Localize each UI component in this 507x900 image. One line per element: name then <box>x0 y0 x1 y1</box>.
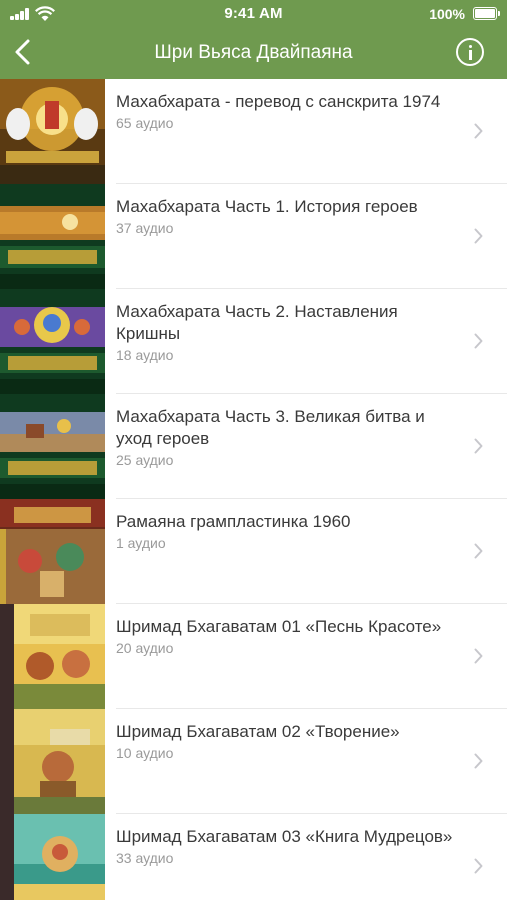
album-cover <box>0 184 105 289</box>
list-item-title: Шримад Бхагаватам 01 «Песнь Красоте» <box>116 617 442 636</box>
list-item-text: Шримад Бхагаватам 02 «Творение» 10 аудио <box>116 721 461 762</box>
chevron-right-icon <box>474 543 483 559</box>
list-item-text: Махабхарата Часть 3. Великая битва и ухо… <box>116 406 461 469</box>
screen: 9:41 AM 100% Шри Вьяса Двайпаяна Махабха… <box>0 0 507 900</box>
list-item-title: Рамаяна грампластинка 1960 <box>116 512 351 531</box>
list-item[interactable]: Рамаяна грампластинка 1960 1 аудио <box>0 499 507 604</box>
list-item-text: Махабхарата Часть 1. История героев 37 а… <box>116 196 461 237</box>
chevron-left-icon <box>15 39 30 65</box>
list-item-title: Шримад Бхагаватам 03 «Книга Мудрецов» <box>116 827 453 846</box>
list-item-title: Махабхарата Часть 3. Великая битва и ухо… <box>116 407 425 448</box>
list-item-count: 18 аудио <box>116 347 174 363</box>
info-icon-stem <box>469 50 472 60</box>
chevron-right-icon <box>474 858 483 874</box>
list-item-title: Махабхарата Часть 1. История героев <box>116 197 418 216</box>
list-item-text: Махабхарата Часть 2. Наставления Кришны … <box>116 301 461 364</box>
info-button[interactable] <box>456 38 484 66</box>
list-item-count: 65 аудио <box>116 115 174 131</box>
album-list[interactable]: Махабхарата - перевод с санскрита 1974 6… <box>0 79 507 900</box>
list-item-count: 10 аудио <box>116 745 174 761</box>
list-item-text: Махабхарата - перевод с санскрита 1974 6… <box>116 91 461 132</box>
battery-icon <box>473 7 500 20</box>
list-item-count: 33 аудио <box>116 850 174 866</box>
info-icon <box>469 45 472 48</box>
album-cover <box>0 79 105 184</box>
chevron-right-icon <box>474 438 483 454</box>
list-item-text: Шримад Бхагаватам 03 «Книга Мудрецов» 33… <box>116 826 461 867</box>
album-cover <box>0 289 105 394</box>
list-item[interactable]: Шримад Бхагаватам 02 «Творение» 10 аудио <box>0 709 507 814</box>
list-item[interactable]: Махабхарата Часть 2. Наставления Кришны … <box>0 289 507 394</box>
list-item[interactable]: Махабхарата Часть 3. Великая битва и ухо… <box>0 394 507 499</box>
status-bar: 9:41 AM 100% <box>0 0 507 28</box>
list-item[interactable]: Махабхарата - перевод с санскрита 1974 6… <box>0 79 507 184</box>
list-item[interactable]: Шримад Бхагаватам 03 «Книга Мудрецов» 33… <box>0 814 507 900</box>
back-button[interactable] <box>8 34 42 70</box>
list-item-title: Махабхарата Часть 2. Наставления Кришны <box>116 302 398 343</box>
chevron-right-icon <box>474 123 483 139</box>
battery-percent: 100% <box>429 6 465 22</box>
album-cover <box>0 709 105 814</box>
list-item[interactable]: Шримад Бхагаватам 01 «Песнь Красоте» 20 … <box>0 604 507 709</box>
chevron-right-icon <box>474 228 483 244</box>
list-item-count: 1 аудио <box>116 535 166 551</box>
list-item-title: Махабхарата - перевод с санскрита 1974 <box>116 92 441 111</box>
album-cover <box>0 499 105 604</box>
list-item-count: 37 аудио <box>116 220 174 236</box>
list-item-title: Шримад Бхагаватам 02 «Творение» <box>116 722 400 741</box>
album-cover <box>0 814 105 900</box>
page-title: Шри Вьяса Двайпаяна <box>154 42 353 63</box>
album-cover <box>0 604 105 709</box>
header: 9:41 AM 100% Шри Вьяса Двайпаяна <box>0 0 507 79</box>
album-cover <box>0 394 105 499</box>
chevron-right-icon <box>474 648 483 664</box>
list-item[interactable]: Махабхарата Часть 1. История героев 37 а… <box>0 184 507 289</box>
list-item-text: Шримад Бхагаватам 01 «Песнь Красоте» 20 … <box>116 616 461 657</box>
list-item-text: Рамаяна грампластинка 1960 1 аудио <box>116 511 461 552</box>
chevron-right-icon <box>474 333 483 349</box>
chevron-right-icon <box>474 753 483 769</box>
list-item-count: 25 аудио <box>116 452 174 468</box>
list-item-count: 20 аудио <box>116 640 174 656</box>
